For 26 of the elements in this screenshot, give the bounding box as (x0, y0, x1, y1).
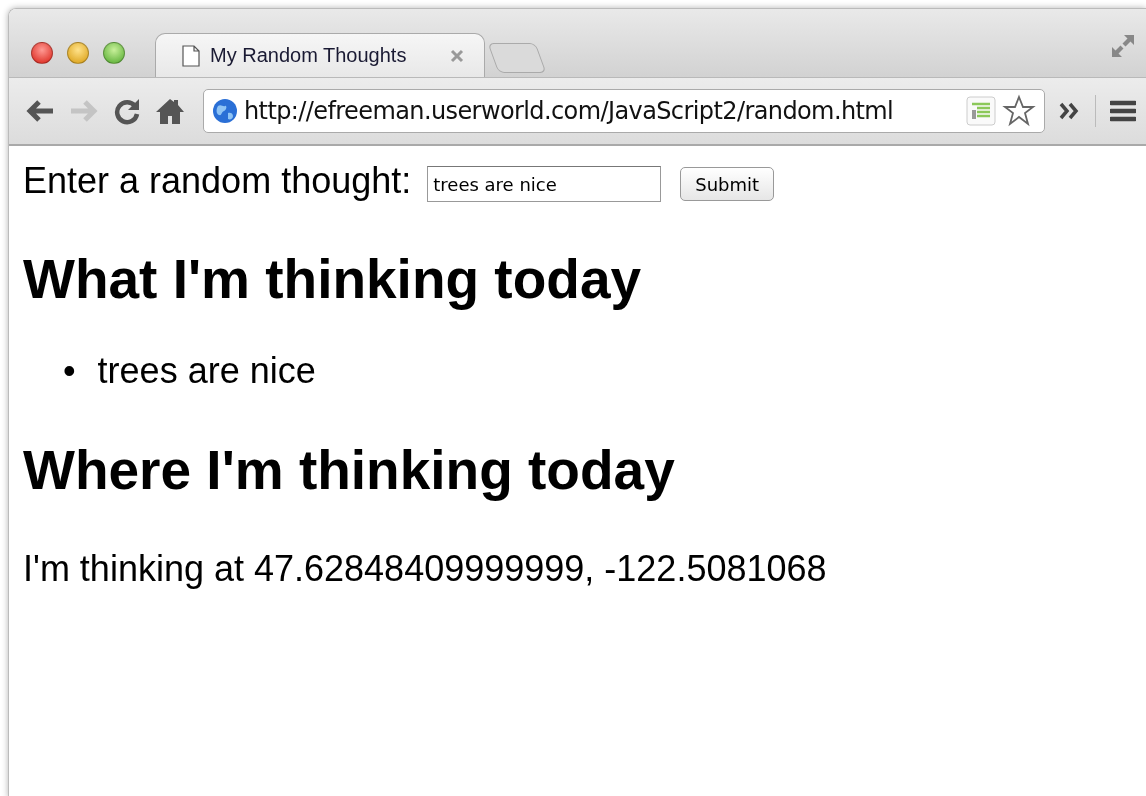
minimize-window-button[interactable] (67, 42, 89, 64)
close-window-button[interactable] (31, 42, 53, 64)
reload-icon[interactable] (113, 97, 141, 125)
zoom-window-button[interactable] (103, 42, 125, 64)
bullet: • (63, 349, 76, 393)
chevron-icon[interactable] (1059, 101, 1081, 121)
close-tab-icon[interactable] (450, 48, 464, 63)
location-text: I'm thinking at 47.62848409999999, -122.5081068 (23, 547, 828, 591)
fullscreen-icon[interactable] (1110, 33, 1136, 59)
home-icon[interactable] (155, 97, 185, 125)
url-text: http://efreeman.userworld.com/JavaScript2/random.html (244, 97, 895, 125)
address-bar[interactable]: http://efreeman.userworld.com/JavaScript2/random.html (203, 89, 1045, 133)
page-icon (182, 44, 200, 67)
submit-button[interactable]: Submit (680, 167, 775, 201)
back-icon[interactable] (25, 98, 55, 124)
thought-input[interactable]: trees are nice (427, 166, 662, 202)
tab-title: My Random Thoughts (210, 44, 408, 67)
heading: What I'm thinking today (23, 247, 643, 312)
globe-icon (212, 98, 238, 124)
menu-icon[interactable] (1110, 99, 1136, 123)
star-icon[interactable] (1002, 94, 1036, 128)
rss-icon[interactable] (966, 96, 996, 126)
field-label: Enter a random thought: (23, 160, 412, 202)
list-item: trees are nice (97, 349, 316, 393)
browser-tab[interactable]: My Random Thoughts (155, 33, 485, 77)
heading: Where I'm thinking today (23, 438, 676, 503)
